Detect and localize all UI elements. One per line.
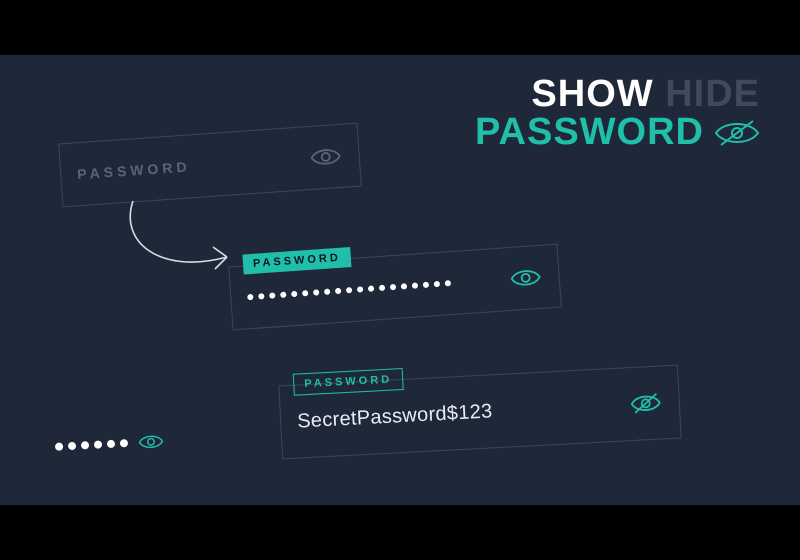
password-field-revealed[interactable]: PASSWORD SecretPassword$123 <box>278 365 681 460</box>
toggle-visibility-button[interactable] <box>508 260 544 296</box>
revealed-value: SecretPassword$123 <box>297 400 493 433</box>
toggle-visibility-button[interactable] <box>628 385 664 421</box>
masked-value <box>247 280 451 300</box>
eye-slash-icon <box>630 392 661 416</box>
toggle-visibility-button[interactable] <box>308 139 344 175</box>
stage: SHOW HIDE PASSWORD PASSWORD PA <box>0 55 800 505</box>
title-word-password: PASSWORD <box>475 113 704 153</box>
floating-label: PASSWORD <box>242 247 351 274</box>
title-word-show: SHOW <box>531 73 653 115</box>
password-field-masked[interactable]: PASSWORD <box>228 244 562 331</box>
eye-icon <box>310 145 341 169</box>
floating-label: PASSWORD <box>293 368 404 396</box>
arrow-icon <box>115 197 245 297</box>
masked-value-mini <box>55 439 128 451</box>
eye-icon <box>510 266 541 290</box>
placeholder-text: PASSWORD <box>77 158 191 182</box>
eye-icon[interactable] <box>137 432 164 451</box>
page-title: SHOW HIDE PASSWORD <box>475 75 760 153</box>
eye-slash-icon <box>714 118 760 148</box>
mini-password-preview <box>55 432 165 456</box>
password-field-empty[interactable]: PASSWORD <box>58 123 362 208</box>
title-word-hide: HIDE <box>665 73 760 115</box>
